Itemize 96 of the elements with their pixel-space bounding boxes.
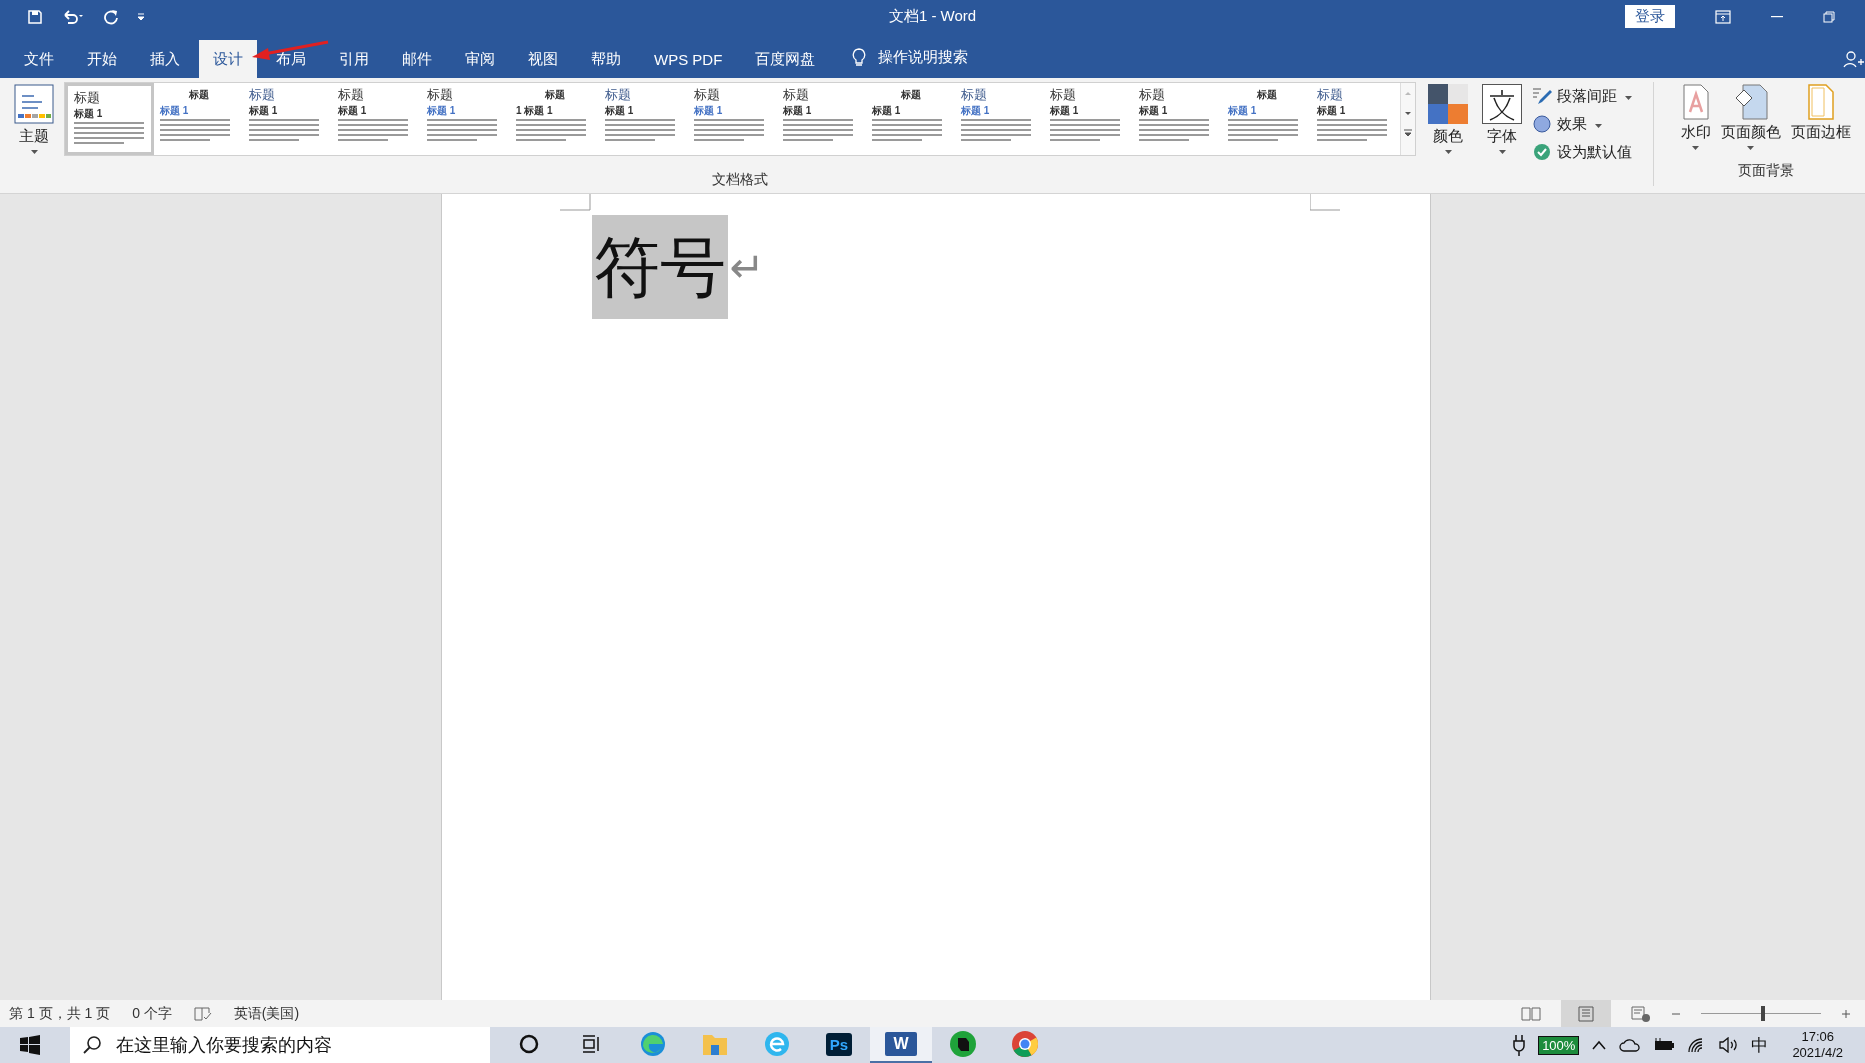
set-as-default-button[interactable]: 设为默认值	[1532, 140, 1635, 164]
style-set-thumbnail[interactable]: 标题 标题 1	[1222, 83, 1311, 155]
undo-icon[interactable]	[61, 8, 85, 25]
style-set-thumbnail[interactable]: 标题 标题 1	[599, 83, 688, 155]
page-count[interactable]: 第 1 页，共 1 页	[9, 1004, 111, 1023]
taskbar-search-field[interactable]: 在这里输入你要搜索的内容	[70, 1027, 490, 1063]
zoom-in-icon[interactable]	[1841, 1008, 1851, 1019]
task-view-icon	[580, 1033, 602, 1055]
ribbon-tab[interactable]: 布局	[262, 40, 320, 78]
clock-date[interactable]: 2021/4/2	[1792, 1045, 1843, 1061]
input-method-indicator[interactable]: 中	[1751, 1033, 1769, 1057]
font-glyph-icon	[1482, 84, 1522, 124]
themes-button[interactable]: 主题	[10, 82, 58, 156]
cloud-icon[interactable]	[1619, 1038, 1642, 1052]
battery-percentage[interactable]: 100%	[1538, 1035, 1580, 1055]
ribbon-tab[interactable]: 设计	[199, 40, 257, 78]
style-set-thumbnail[interactable]: 标题 标题 1	[1044, 83, 1133, 155]
style-set-thumbnail[interactable]: 标题 标题 1	[243, 83, 332, 155]
ribbon-tab[interactable]: 邮件	[388, 40, 446, 78]
colors-button[interactable]: 颜色	[1424, 82, 1472, 164]
watermark-page-icon	[1681, 84, 1710, 120]
lightbulb-icon	[852, 48, 867, 68]
color-palette-icon	[1428, 84, 1468, 124]
language-indicator[interactable]: 英语(美国)	[233, 1004, 300, 1023]
style-set-thumbnail[interactable]: 标题 标题 1	[955, 83, 1044, 155]
caret-icon	[1444, 150, 1452, 154]
theme-icon	[14, 84, 54, 124]
ribbon-tab[interactable]: 开始	[73, 40, 131, 78]
chevron-up-icon[interactable]	[1591, 1040, 1608, 1050]
power-plug-icon[interactable]	[1512, 1034, 1527, 1056]
caret-icon	[1498, 150, 1506, 154]
window-title: 文档1 - Word	[888, 7, 977, 26]
paragraph-spacing-icon	[1532, 87, 1552, 105]
style-set-thumbnail[interactable]: 标题 标题 1	[332, 83, 421, 155]
proofing-icon[interactable]	[193, 1006, 212, 1021]
sign-in-button[interactable]: 登录	[1625, 5, 1675, 28]
ribbon-tab[interactable]: 插入	[136, 40, 194, 78]
caret-icon	[1595, 124, 1602, 128]
tell-me-search[interactable]: 操作说明搜索	[878, 48, 969, 67]
print-layout-icon	[1577, 1005, 1595, 1022]
fonts-button[interactable]: 字体	[1478, 82, 1526, 164]
minimize-icon[interactable]	[1771, 15, 1783, 18]
caret-icon	[1747, 146, 1754, 150]
style-set-thumbnail[interactable]: 标题 标题 1	[866, 83, 955, 155]
taskbar-app-button[interactable]: Ps	[808, 1027, 870, 1063]
document-text: 符号	[591, 215, 728, 319]
ribbon-tab[interactable]: WPS PDF	[640, 40, 737, 78]
checkmark-icon	[1532, 143, 1552, 161]
caret-icon	[1625, 96, 1632, 100]
group-label: 文档格式	[712, 171, 768, 189]
web-layout-icon[interactable]	[1631, 1005, 1651, 1022]
battery-icon[interactable]	[1653, 1038, 1676, 1052]
page-borders-button[interactable]: 页面边框	[1786, 82, 1855, 152]
browser-wave-icon	[639, 1030, 667, 1058]
speaker-icon[interactable]	[1719, 1037, 1740, 1053]
ribbon-tab[interactable]: 帮助	[577, 40, 635, 78]
style-set-thumbnail[interactable]: 标题 标题 1	[1311, 83, 1400, 155]
save-icon[interactable]	[27, 8, 43, 25]
customize-caret-icon[interactable]	[137, 12, 145, 21]
ribbon-display-icon[interactable]	[1715, 9, 1731, 24]
app-logo-icon: Ps	[825, 1032, 853, 1056]
ribbon-tab[interactable]: 引用	[325, 40, 383, 78]
style-set-thumbnail[interactable]: 标题 标题 1	[688, 83, 777, 155]
style-set-thumbnail[interactable]: 标题 1 标题 1	[510, 83, 599, 155]
word-count[interactable]: 0 个字	[132, 1004, 172, 1023]
read-mode-icon[interactable]	[1521, 1005, 1541, 1022]
caret-icon	[30, 150, 38, 154]
restore-icon[interactable]	[1823, 10, 1835, 23]
redo-icon[interactable]	[103, 8, 119, 25]
taskbar-app-button[interactable]: W	[870, 1027, 932, 1063]
group-label: 页面背景	[1737, 162, 1794, 180]
effects-circle-icon	[1532, 115, 1552, 133]
ring-icon	[518, 1033, 540, 1055]
style-set-thumbnail[interactable]: 标题 标题 1	[1133, 83, 1222, 155]
ribbon-tab[interactable]: 审阅	[451, 40, 509, 78]
style-set-thumbnail[interactable]: 标题 标题 1	[65, 83, 154, 155]
ribbon-tab[interactable]: 文件	[10, 40, 68, 78]
paragraph-spacing-button[interactable]: 段落间距	[1532, 84, 1635, 108]
windows-start-icon[interactable]	[20, 1035, 40, 1055]
ribbon-tab[interactable]: 视图	[514, 40, 572, 78]
style-set-thumbnail[interactable]: 标题 标题 1	[777, 83, 866, 155]
clock-time[interactable]: 17:06	[1801, 1029, 1834, 1045]
search-icon	[82, 1035, 102, 1055]
e-browser-icon	[764, 1031, 790, 1057]
page-border-icon	[1806, 84, 1835, 120]
share-person-icon[interactable]	[1843, 50, 1865, 68]
style-set-thumbnail[interactable]: 标题 标题 1	[421, 83, 510, 155]
caret-icon	[1692, 146, 1699, 150]
paragraph-mark: ↵	[729, 242, 765, 292]
ribbon-tab[interactable]: 百度网盘	[741, 40, 830, 78]
effects-button[interactable]: 效果	[1532, 112, 1635, 136]
app-logo-icon: W	[885, 1032, 917, 1056]
chrome-logo-icon	[1011, 1030, 1039, 1058]
watermark-button[interactable]: 水印	[1676, 82, 1715, 152]
style-set-thumbnail[interactable]: 标题 标题 1	[154, 83, 243, 155]
page-color-button[interactable]: 页面颜色	[1716, 82, 1785, 152]
